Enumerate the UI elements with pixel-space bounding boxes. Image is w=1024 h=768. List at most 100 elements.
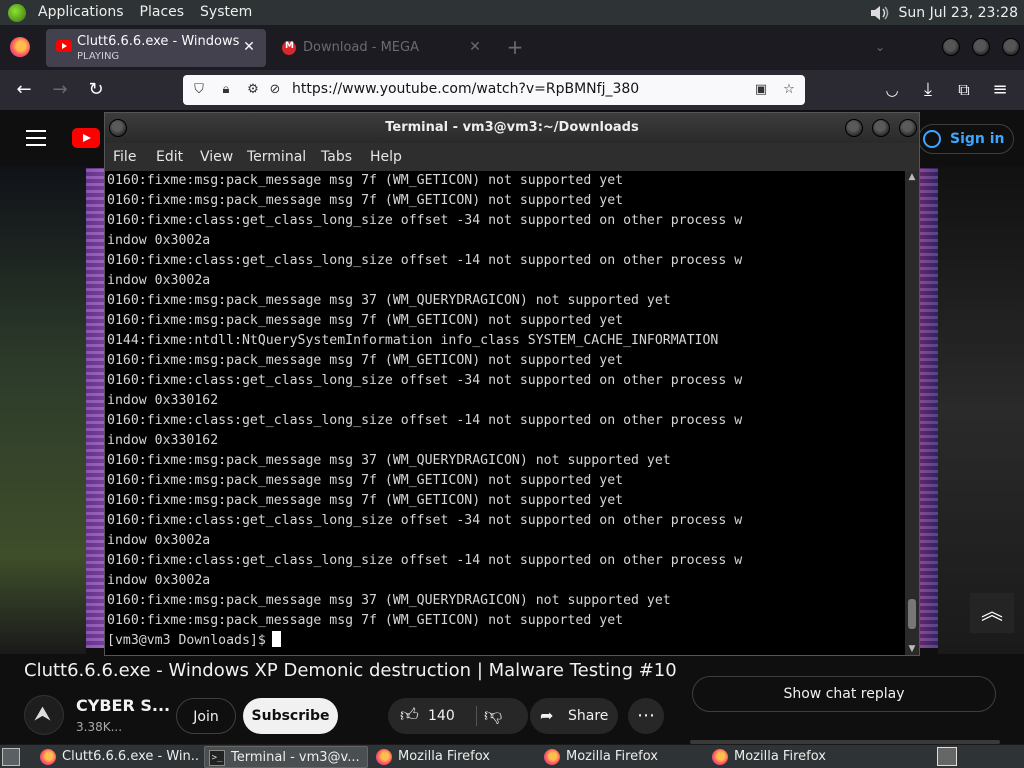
terminal-window[interactable]: Terminal - vm3@vm3:~/Downloads File Edit… (104, 112, 920, 656)
permissions-icon[interactable]: ⚙ (245, 82, 261, 98)
close-tab-icon[interactable]: ✕ (466, 38, 484, 56)
sign-in-button[interactable]: Sign in (918, 124, 1014, 154)
show-chat-replay-button[interactable]: Show chat replay (692, 676, 996, 712)
close-window-button[interactable] (1002, 38, 1020, 56)
extensions-icon[interactable]: ⧉ (951, 78, 977, 102)
subscribe-button[interactable]: Subscribe (243, 698, 338, 734)
join-button[interactable]: Join (176, 698, 236, 734)
terminal-line: indow 0x3002a (107, 533, 211, 548)
menu-tabs[interactable]: Tabs (321, 149, 352, 165)
terminal-line: 0160:fixme:class:get_class_long_size off… (107, 513, 743, 528)
minimize-window-button[interactable] (942, 38, 960, 56)
scrollbar-thumb[interactable] (908, 599, 916, 629)
workspace-switcher[interactable] (937, 747, 957, 766)
mega-favicon-icon (282, 41, 296, 55)
maximize-window-button[interactable] (972, 38, 990, 56)
browser-tab-strip: Clutt6.6.6.exe - Windows XP PLAYING ✕ Do… (0, 25, 1024, 70)
url-text[interactable]: https://www.youtube.com/watch?v=RpBMNfj_… (292, 81, 639, 97)
more-actions-button[interactable]: ⋯ (628, 698, 664, 734)
like-count[interactable]: 140 (428, 698, 455, 734)
menu-places[interactable]: Places (132, 0, 193, 25)
close-button[interactable] (899, 119, 917, 137)
terminal-line: indow 0x330162 (107, 433, 219, 448)
terminal-line: 0160:fixme:msg:pack_message msg 7f (WM_G… (107, 353, 624, 368)
scroll-down-icon[interactable]: ▼ (905, 643, 919, 655)
lock-icon[interactable]: 🔒︎ (218, 82, 234, 98)
terminal-icon: >_ (209, 750, 225, 766)
applications-icon[interactable] (8, 3, 26, 22)
menu-edit[interactable]: Edit (156, 149, 183, 165)
terminal-title: Terminal - vm3@vm3:~/Downloads (385, 120, 639, 135)
list-all-tabs-icon[interactable]: ⌄ (870, 37, 890, 57)
chevron-up-icon[interactable]: ︽ (970, 593, 1014, 633)
terminal-line: 0160:fixme:class:get_class_long_size off… (107, 253, 743, 268)
window-menu-button[interactable] (109, 119, 127, 137)
maximize-button[interactable] (872, 119, 890, 137)
terminal-menubar: File Edit View Terminal Tabs Help (105, 143, 919, 171)
share-button[interactable]: ➦ Share (530, 698, 618, 734)
terminal-line: 0160:fixme:class:get_class_long_size off… (107, 373, 743, 388)
terminal-prompt: [vm3@vm3 Downloads]$ (107, 633, 266, 648)
taskbar-item[interactable]: Mozilla Firefox (708, 746, 870, 768)
terminal-output[interactable]: 0160:fixme:msg:pack_message msg 7f (WM_G… (105, 171, 905, 655)
pocket-icon[interactable]: ◡ (879, 78, 905, 102)
dislike-icon[interactable]: 👎︎ (484, 698, 502, 734)
firefox-view-icon[interactable] (10, 37, 30, 57)
channel-avatar[interactable] (24, 695, 64, 735)
terminal-line: 0160:fixme:msg:pack_message msg 7f (WM_G… (107, 173, 624, 188)
guide-menu-icon[interactable] (26, 130, 46, 146)
downloads-icon[interactable]: ⤓ (915, 78, 941, 102)
menu-file[interactable]: File (113, 149, 136, 165)
back-icon[interactable]: ← (11, 78, 37, 102)
terminal-line: 0160:fixme:class:get_class_long_size off… (107, 413, 743, 428)
picture-in-picture-icon[interactable]: ▣ (753, 82, 769, 98)
terminal-line: 0160:fixme:class:get_class_long_size off… (107, 213, 743, 228)
account-icon (923, 130, 941, 148)
app-menu-icon[interactable]: ≡ (987, 78, 1013, 102)
reload-icon[interactable]: ↻ (83, 78, 109, 102)
menu-view[interactable]: View (200, 149, 233, 165)
subscriber-count: 3.38K... (76, 720, 123, 734)
show-desktop-icon[interactable] (2, 748, 20, 766)
terminal-line: indow 0x330162 (107, 393, 219, 408)
taskbar-item[interactable]: Clutt6.6.6.exe - Win... (36, 746, 198, 768)
video-ambient-right (938, 166, 1024, 654)
tab-youtube[interactable]: Clutt6.6.6.exe - Windows XP PLAYING ✕ (46, 29, 266, 67)
terminal-line: 0160:fixme:msg:pack_message msg 7f (WM_G… (107, 193, 624, 208)
top-panel: Applications Places System Sun Jul 23, 2… (0, 0, 1024, 25)
url-bar[interactable]: ⛉ 🔒︎ ⚙ ⊘ https://www.youtube.com/watch?v… (183, 75, 805, 105)
terminal-line: 0160:fixme:msg:pack_message msg 7f (WM_G… (107, 493, 624, 508)
terminal-line: 0160:fixme:msg:pack_message msg 37 (WM_Q… (107, 293, 671, 308)
taskbar-item[interactable]: Mozilla Firefox (540, 746, 702, 768)
taskbar-item[interactable]: Mozilla Firefox (372, 746, 534, 768)
forward-icon[interactable]: → (47, 78, 73, 102)
terminal-line: 0160:fixme:class:get_class_long_size off… (107, 553, 743, 568)
close-tab-icon[interactable]: ✕ (240, 38, 258, 56)
minimize-button[interactable] (845, 119, 863, 137)
firefox-icon (544, 749, 560, 765)
terminal-scrollbar[interactable]: ▲ ▼ (905, 171, 919, 655)
tracking-shield-icon[interactable]: ⛉ (191, 82, 207, 98)
taskbar-item[interactable]: >_ Terminal - vm3@v... (204, 746, 368, 768)
autoplay-blocked-icon[interactable]: ⊘ (267, 82, 283, 98)
terminal-prompt-line[interactable]: [vm3@vm3 Downloads]$ (107, 631, 905, 651)
scroll-up-icon[interactable]: ▲ (905, 171, 919, 183)
firefox-icon (712, 749, 728, 765)
menu-applications[interactable]: Applications (30, 0, 132, 25)
bookmark-star-icon[interactable]: ☆ (781, 82, 797, 98)
desktop: Applications Places System Sun Jul 23, 2… (0, 0, 1024, 768)
menu-system[interactable]: System (192, 0, 260, 25)
terminal-line: indow 0x3002a (107, 233, 211, 248)
like-icon[interactable]: 👍︎ (400, 698, 419, 734)
tab-mega[interactable]: Download - MEGA ✕ (272, 29, 492, 67)
terminal-line: indow 0x3002a (107, 573, 211, 588)
bottom-taskbar: Clutt6.6.6.exe - Win... >_ Terminal - vm… (0, 744, 1024, 768)
volume-icon[interactable] (869, 4, 891, 22)
menu-help[interactable]: Help (370, 149, 402, 165)
menu-terminal[interactable]: Terminal (247, 149, 306, 165)
channel-name[interactable]: CYBER S... (76, 696, 170, 715)
new-tab-button[interactable]: + (505, 37, 525, 57)
panel-clock[interactable]: Sun Jul 23, 23:28 (899, 5, 1024, 21)
terminal-titlebar[interactable]: Terminal - vm3@vm3:~/Downloads (105, 113, 919, 143)
youtube-logo[interactable] (72, 128, 100, 148)
